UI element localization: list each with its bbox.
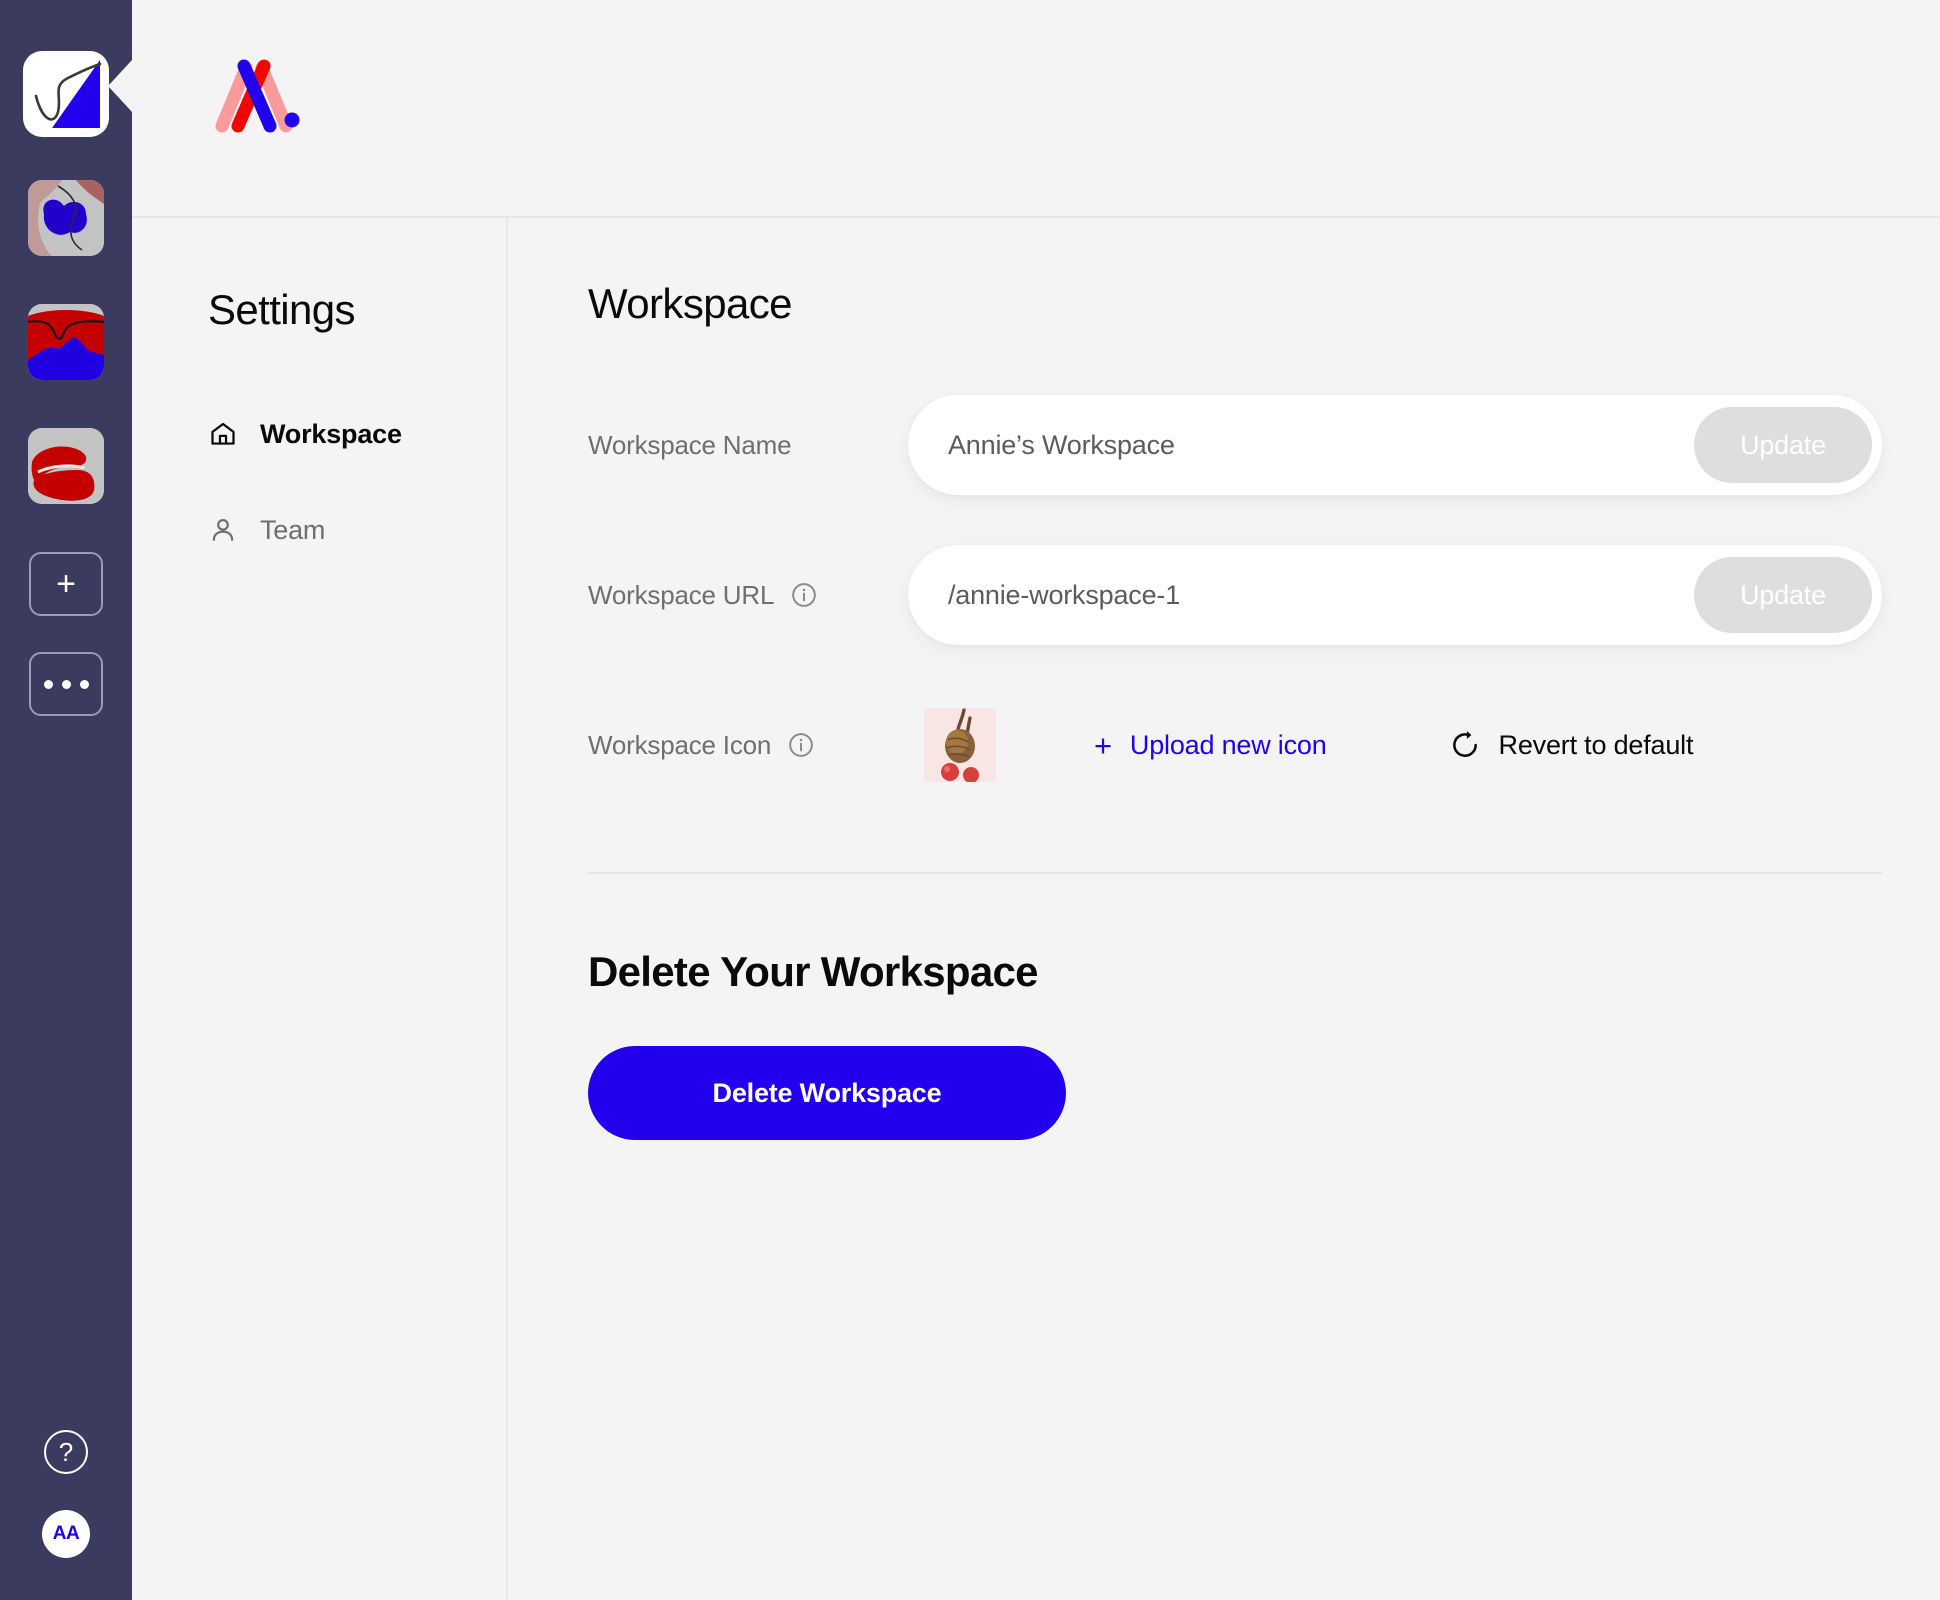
workspace-name-label-group: Workspace Name — [588, 430, 908, 461]
person-icon — [208, 515, 238, 545]
sidebar-item-workspace[interactable]: Workspace — [208, 410, 506, 458]
page-title: Workspace — [588, 280, 793, 327]
danger-zone-title: Delete Your Workspace — [588, 948, 1039, 995]
sidebar-item-workspace-label: Workspace — [260, 418, 402, 449]
workspace-url-row: Workspace URL Update — [588, 540, 1882, 650]
revert-to-default-button[interactable]: Revert to default — [1449, 729, 1694, 761]
workspace-icon-label-group: Workspace Icon — [588, 730, 908, 761]
project-thumbnail-1[interactable] — [28, 56, 104, 132]
project-thumbnail-1-art — [28, 56, 104, 132]
project-thumbnail-4-art — [28, 428, 104, 504]
project-thumbnail-3-art — [28, 304, 104, 380]
workspace-icon-thumbnail-art — [924, 708, 996, 782]
revert-to-default-label: Revert to default — [1498, 729, 1694, 760]
settings-title: Settings — [208, 286, 356, 333]
sidebar-item-team[interactable]: Team — [208, 506, 506, 554]
settings-nav: Settings Workspace Team — [132, 218, 508, 1600]
project-thumbnail-4[interactable] — [28, 428, 104, 504]
ellipsis-icon — [43, 679, 89, 689]
workspace-icon-label: Workspace Icon — [588, 729, 772, 760]
help-icon[interactable]: ? — [44, 1430, 88, 1474]
delete-workspace-button[interactable]: Delete Workspace — [588, 1046, 1066, 1140]
workspace-icon-thumbnail[interactable] — [924, 708, 996, 782]
active-project-pointer — [108, 60, 132, 112]
sidebar-item-team-label: Team — [260, 514, 326, 545]
app-root: + ? AA Settings Workspace Team Workspace… — [0, 0, 1940, 1600]
project-thumbnail-2[interactable] — [28, 180, 104, 256]
home-icon — [208, 419, 238, 449]
section-divider — [588, 872, 1882, 874]
workspace-url-input-shell: Update — [908, 545, 1882, 645]
add-project-button[interactable]: + — [29, 552, 103, 616]
upload-new-icon-button[interactable]: + Upload new icon — [1094, 730, 1327, 761]
project-thumbnail-3[interactable] — [28, 304, 104, 380]
help-question-mark: ? — [58, 1437, 74, 1467]
rail-bottom-group: ? AA — [42, 1430, 90, 1600]
info-icon[interactable] — [790, 581, 818, 609]
workspace-name-input-shell: Update — [908, 395, 1882, 495]
top-bar — [132, 0, 1940, 218]
workspace-url-label: Workspace URL — [588, 579, 775, 610]
plus-icon: + — [1094, 727, 1112, 763]
avatar[interactable]: AA — [42, 1510, 90, 1558]
body-row: Settings Workspace Team Workspace Worksp… — [132, 218, 1940, 1600]
workspace-url-input[interactable] — [948, 579, 1694, 611]
workspace-name-row: Workspace Name Update — [588, 390, 1882, 500]
settings-content: Workspace Workspace Name Update Workspac… — [508, 218, 1940, 1600]
main-column: Settings Workspace Team Workspace Worksp… — [132, 0, 1940, 1600]
more-options-button[interactable] — [29, 652, 103, 716]
workspace-url-update-button[interactable]: Update — [1694, 557, 1872, 633]
workspace-url-label-group: Workspace URL — [588, 580, 908, 611]
workspace-icon-row: Workspace Icon + Upload new icon Revert … — [588, 690, 1882, 800]
workspace-name-update-button[interactable]: Update — [1694, 407, 1872, 483]
plus-icon: + — [56, 565, 76, 603]
info-icon[interactable] — [787, 731, 815, 759]
workspace-name-input[interactable] — [948, 429, 1694, 461]
project-rail: + ? AA — [0, 0, 132, 1600]
project-thumbnail-2-art — [28, 180, 104, 256]
workspace-name-label: Workspace Name — [588, 429, 792, 460]
avatar-initials: AA — [52, 1523, 80, 1544]
marble-m-logo[interactable] — [208, 48, 300, 134]
upload-new-icon-label: Upload new icon — [1129, 729, 1327, 760]
refresh-icon — [1452, 731, 1477, 757]
